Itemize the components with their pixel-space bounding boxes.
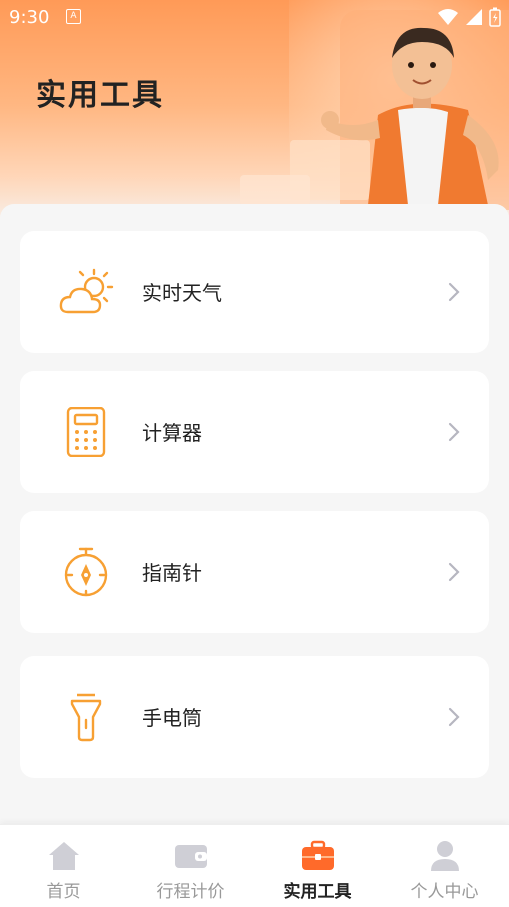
tool-list: 实时天气 计算器 指南针 手电筒 xyxy=(0,204,509,824)
calculator-icon xyxy=(66,407,106,457)
tab-tools[interactable]: 实用工具 xyxy=(254,825,381,907)
page-title: 实用工具 xyxy=(36,78,164,113)
tab-label: 行程计价 xyxy=(156,882,225,902)
notification-icon: A xyxy=(66,9,81,24)
delivery-person-illustration xyxy=(321,27,499,205)
tab-label: 首页 xyxy=(46,882,81,902)
banner-box xyxy=(240,175,310,205)
status-bar: 9:30 A xyxy=(0,0,509,34)
chevron-right-icon xyxy=(448,282,460,302)
tool-card-weather[interactable]: 实时天气 xyxy=(20,231,489,353)
tool-label: 手电筒 xyxy=(142,706,202,730)
battery-icon xyxy=(489,7,501,27)
tab-profile[interactable]: 个人中心 xyxy=(381,825,508,907)
compass-icon xyxy=(64,547,108,597)
tool-card-flashlight[interactable]: 手电筒 xyxy=(20,656,489,778)
tool-label: 指南针 xyxy=(142,561,202,585)
chevron-right-icon xyxy=(448,562,460,582)
header-banner: 9:30 A 实用工具 xyxy=(0,0,509,235)
status-icons xyxy=(437,7,501,27)
tool-card-calculator[interactable]: 计算器 xyxy=(20,371,489,493)
tab-trip-pricing[interactable]: 行程计价 xyxy=(127,825,254,907)
weather-icon xyxy=(59,268,114,314)
chevron-right-icon xyxy=(448,422,460,442)
status-time: 9:30 xyxy=(9,7,50,28)
tab-label: 实用工具 xyxy=(283,882,352,902)
tool-label: 计算器 xyxy=(142,421,202,445)
chevron-right-icon xyxy=(448,707,460,727)
flashlight-icon xyxy=(70,693,102,742)
home-icon xyxy=(49,842,79,870)
tool-label: 实时天气 xyxy=(142,281,222,305)
wallet-icon xyxy=(175,845,207,868)
toolbox-icon xyxy=(302,840,334,870)
user-icon xyxy=(431,841,459,871)
tab-label: 个人中心 xyxy=(410,882,479,902)
bottom-tab-bar: 首页 行程计价 实用工具 个人中心 xyxy=(0,824,509,907)
signal-icon xyxy=(466,9,482,25)
tool-card-compass[interactable]: 指南针 xyxy=(20,511,489,633)
wifi-icon xyxy=(438,9,458,25)
tab-home[interactable]: 首页 xyxy=(0,825,127,907)
